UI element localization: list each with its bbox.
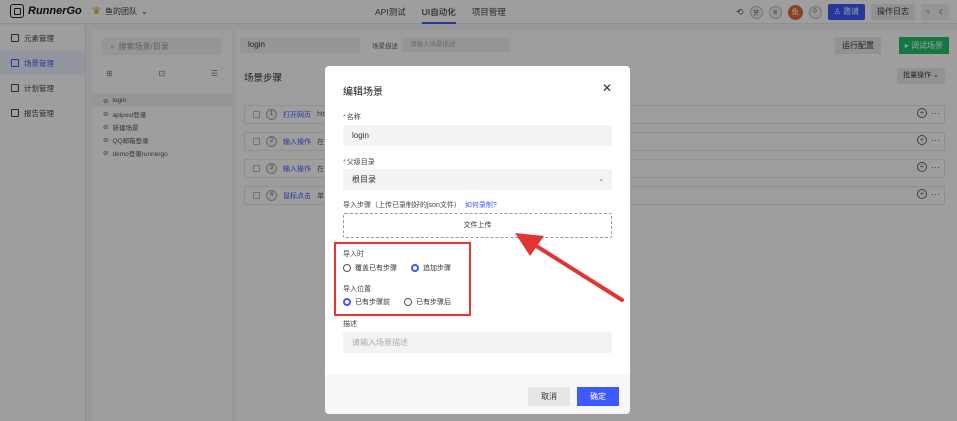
parent-select-value: 根目录	[352, 175, 376, 184]
confirm-button[interactable]: 确定	[577, 387, 619, 406]
import-when-radio-group: 覆盖已有步骤 追加步骤	[343, 263, 451, 273]
name-label: *名称	[343, 112, 361, 122]
edit-scene-modal: 编辑场景 ✕ *名称 login *父级目录 根目录 ⌄ 导入步骤（上传已录制好…	[325, 66, 630, 414]
close-icon[interactable]: ✕	[602, 81, 612, 95]
required-mark: *	[343, 159, 346, 166]
radio-label: 覆盖已有步骤	[355, 265, 397, 272]
radio-dot	[343, 264, 351, 272]
import-label: 导入步骤（上传已录制好的json文件） 如何录制?	[343, 200, 497, 210]
required-mark: *	[343, 114, 346, 121]
file-upload-area[interactable]: 文件上传	[343, 213, 612, 238]
position-label: 导入位置	[343, 286, 371, 293]
chevron-down-icon: ⌄	[598, 176, 604, 183]
radio-before[interactable]: 已有步骤前	[343, 297, 390, 307]
modal-footer: 取消 确定	[325, 375, 630, 414]
parent-label: *父级目录	[343, 157, 375, 167]
radio-dot-selected	[411, 264, 419, 272]
radio-label: 追加步骤	[423, 265, 451, 272]
radio-after[interactable]: 已有步骤后	[404, 297, 451, 307]
desc-label: 描述	[343, 321, 357, 328]
desc-field[interactable]: 请输入场景描述	[343, 332, 612, 353]
parent-label-text: 父级目录	[346, 159, 375, 166]
radio-append[interactable]: 追加步骤	[411, 263, 451, 273]
radio-dot-selected	[343, 298, 351, 306]
position-radio-group: 已有步骤前 已有步骤后	[343, 297, 451, 307]
radio-label: 已有步骤前	[355, 299, 390, 306]
radio-dot	[404, 298, 412, 306]
name-label-text: 名称	[346, 114, 361, 121]
radio-label: 已有步骤后	[416, 299, 451, 306]
import-when-label: 导入时	[343, 251, 364, 258]
radio-overwrite[interactable]: 覆盖已有步骤	[343, 263, 397, 273]
name-field[interactable]: login	[343, 125, 612, 146]
modal-title: 编辑场景	[343, 87, 383, 98]
how-to-record-link[interactable]: 如何录制?	[465, 202, 497, 209]
cancel-button[interactable]: 取消	[528, 387, 570, 406]
import-label-text: 导入步骤（上传已录制好的json文件）	[343, 202, 461, 209]
parent-select[interactable]: 根目录 ⌄	[343, 169, 612, 190]
